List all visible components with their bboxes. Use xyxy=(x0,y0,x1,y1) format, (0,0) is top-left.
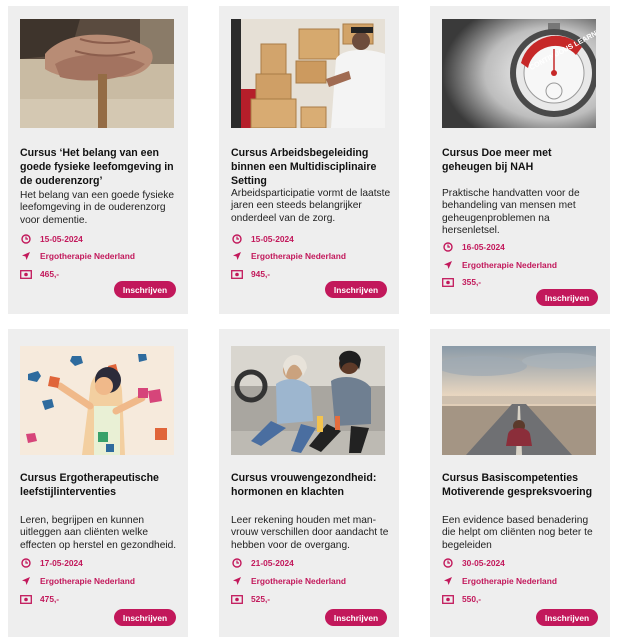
course-date: 16-05-2024 xyxy=(442,241,505,253)
course-location: Ergotherapie Nederland xyxy=(231,575,346,587)
course-date: 15-05-2024 xyxy=(231,233,294,245)
course-description: Praktische handvatten voor de behandelin… xyxy=(442,188,580,237)
course-title[interactable]: Cursus vrouwengezondheid: hormonen en kl… xyxy=(231,471,391,499)
course-image[interactable] xyxy=(231,19,385,128)
clock-icon xyxy=(442,241,454,253)
enroll-button[interactable]: Inschrijven xyxy=(325,609,387,626)
money-icon xyxy=(231,593,243,605)
money-icon xyxy=(231,268,243,280)
clock-icon xyxy=(231,233,243,245)
course-description: Leer rekening houden met man-vrouw versc… xyxy=(231,515,389,551)
course-description: Leren, begrijpen en kunnen uitleggen aan… xyxy=(20,515,177,551)
course-location: Ergotherapie Nederland xyxy=(442,575,557,587)
enroll-button[interactable]: Inschrijven xyxy=(325,281,387,298)
course-image[interactable] xyxy=(20,19,174,128)
course-title[interactable]: Cursus Ergotherapeutische leefstijlinter… xyxy=(20,471,180,499)
location-arrow-icon xyxy=(231,250,243,262)
location-arrow-icon xyxy=(442,575,454,587)
money-icon xyxy=(442,276,454,288)
course-image[interactable] xyxy=(231,346,385,455)
course-title[interactable]: Cursus Basiscompetenties Motiverende ges… xyxy=(442,471,602,499)
location-arrow-icon xyxy=(231,575,243,587)
course-card[interactable]: CONTINUOUS LEARNING Cursus Doe meer met … xyxy=(430,6,610,314)
location-arrow-icon xyxy=(20,575,32,587)
course-image[interactable]: CONTINUOUS LEARNING xyxy=(442,19,596,128)
course-card[interactable]: Cursus Arbeidsbegeleiding binnen een Mul… xyxy=(219,6,399,314)
enroll-button[interactable]: Inschrijven xyxy=(114,281,176,298)
course-description: Het belang van een goede fysieke leefomg… xyxy=(20,190,175,226)
enroll-button[interactable]: Inschrijven xyxy=(536,289,598,306)
course-price: 475,- xyxy=(20,593,59,605)
course-date: 17-05-2024 xyxy=(20,557,83,569)
course-location: Ergotherapie Nederland xyxy=(20,575,135,587)
course-price: 550,- xyxy=(442,593,481,605)
money-icon xyxy=(20,268,32,280)
course-location: Ergotherapie Nederland xyxy=(442,259,557,271)
course-location: Ergotherapie Nederland xyxy=(231,250,346,262)
course-date: 21-05-2024 xyxy=(231,557,294,569)
course-date: 30-05-2024 xyxy=(442,557,505,569)
course-price: 465,- xyxy=(20,268,59,280)
course-date: 15-05-2024 xyxy=(20,233,83,245)
enroll-button[interactable]: Inschrijven xyxy=(114,609,176,626)
course-image[interactable] xyxy=(442,346,596,455)
course-price: 355,- xyxy=(442,276,481,288)
clock-icon xyxy=(20,233,32,245)
enroll-button[interactable]: Inschrijven xyxy=(536,609,598,626)
course-title[interactable]: Cursus ‘Het belang van een goede fysieke… xyxy=(20,146,180,188)
clock-icon xyxy=(231,557,243,569)
course-card[interactable]: Cursus ‘Het belang van een goede fysieke… xyxy=(8,6,188,314)
course-title[interactable]: Cursus Arbeidsbegeleiding binnen een Mul… xyxy=(231,146,391,188)
course-title[interactable]: Cursus Doe meer met geheugen bij NAH xyxy=(442,146,602,174)
location-arrow-icon xyxy=(442,259,454,271)
clock-icon xyxy=(442,557,454,569)
course-price: 945,- xyxy=(231,268,270,280)
money-icon xyxy=(442,593,454,605)
course-description: Een evidence based benadering die helpt … xyxy=(442,515,593,551)
course-card[interactable]: Cursus Basiscompetenties Motiverende ges… xyxy=(430,329,610,637)
money-icon xyxy=(20,593,32,605)
location-arrow-icon xyxy=(20,250,32,262)
course-description: Arbeidsparticipatie vormt de laatste jar… xyxy=(231,188,391,224)
course-card[interactable]: Cursus Ergotherapeutische leefstijlinter… xyxy=(8,329,188,637)
course-price: 525,- xyxy=(231,593,270,605)
clock-icon xyxy=(20,557,32,569)
course-location: Ergotherapie Nederland xyxy=(20,250,135,262)
course-image[interactable] xyxy=(20,346,174,455)
course-card[interactable]: Cursus vrouwengezondheid: hormonen en kl… xyxy=(219,329,399,637)
